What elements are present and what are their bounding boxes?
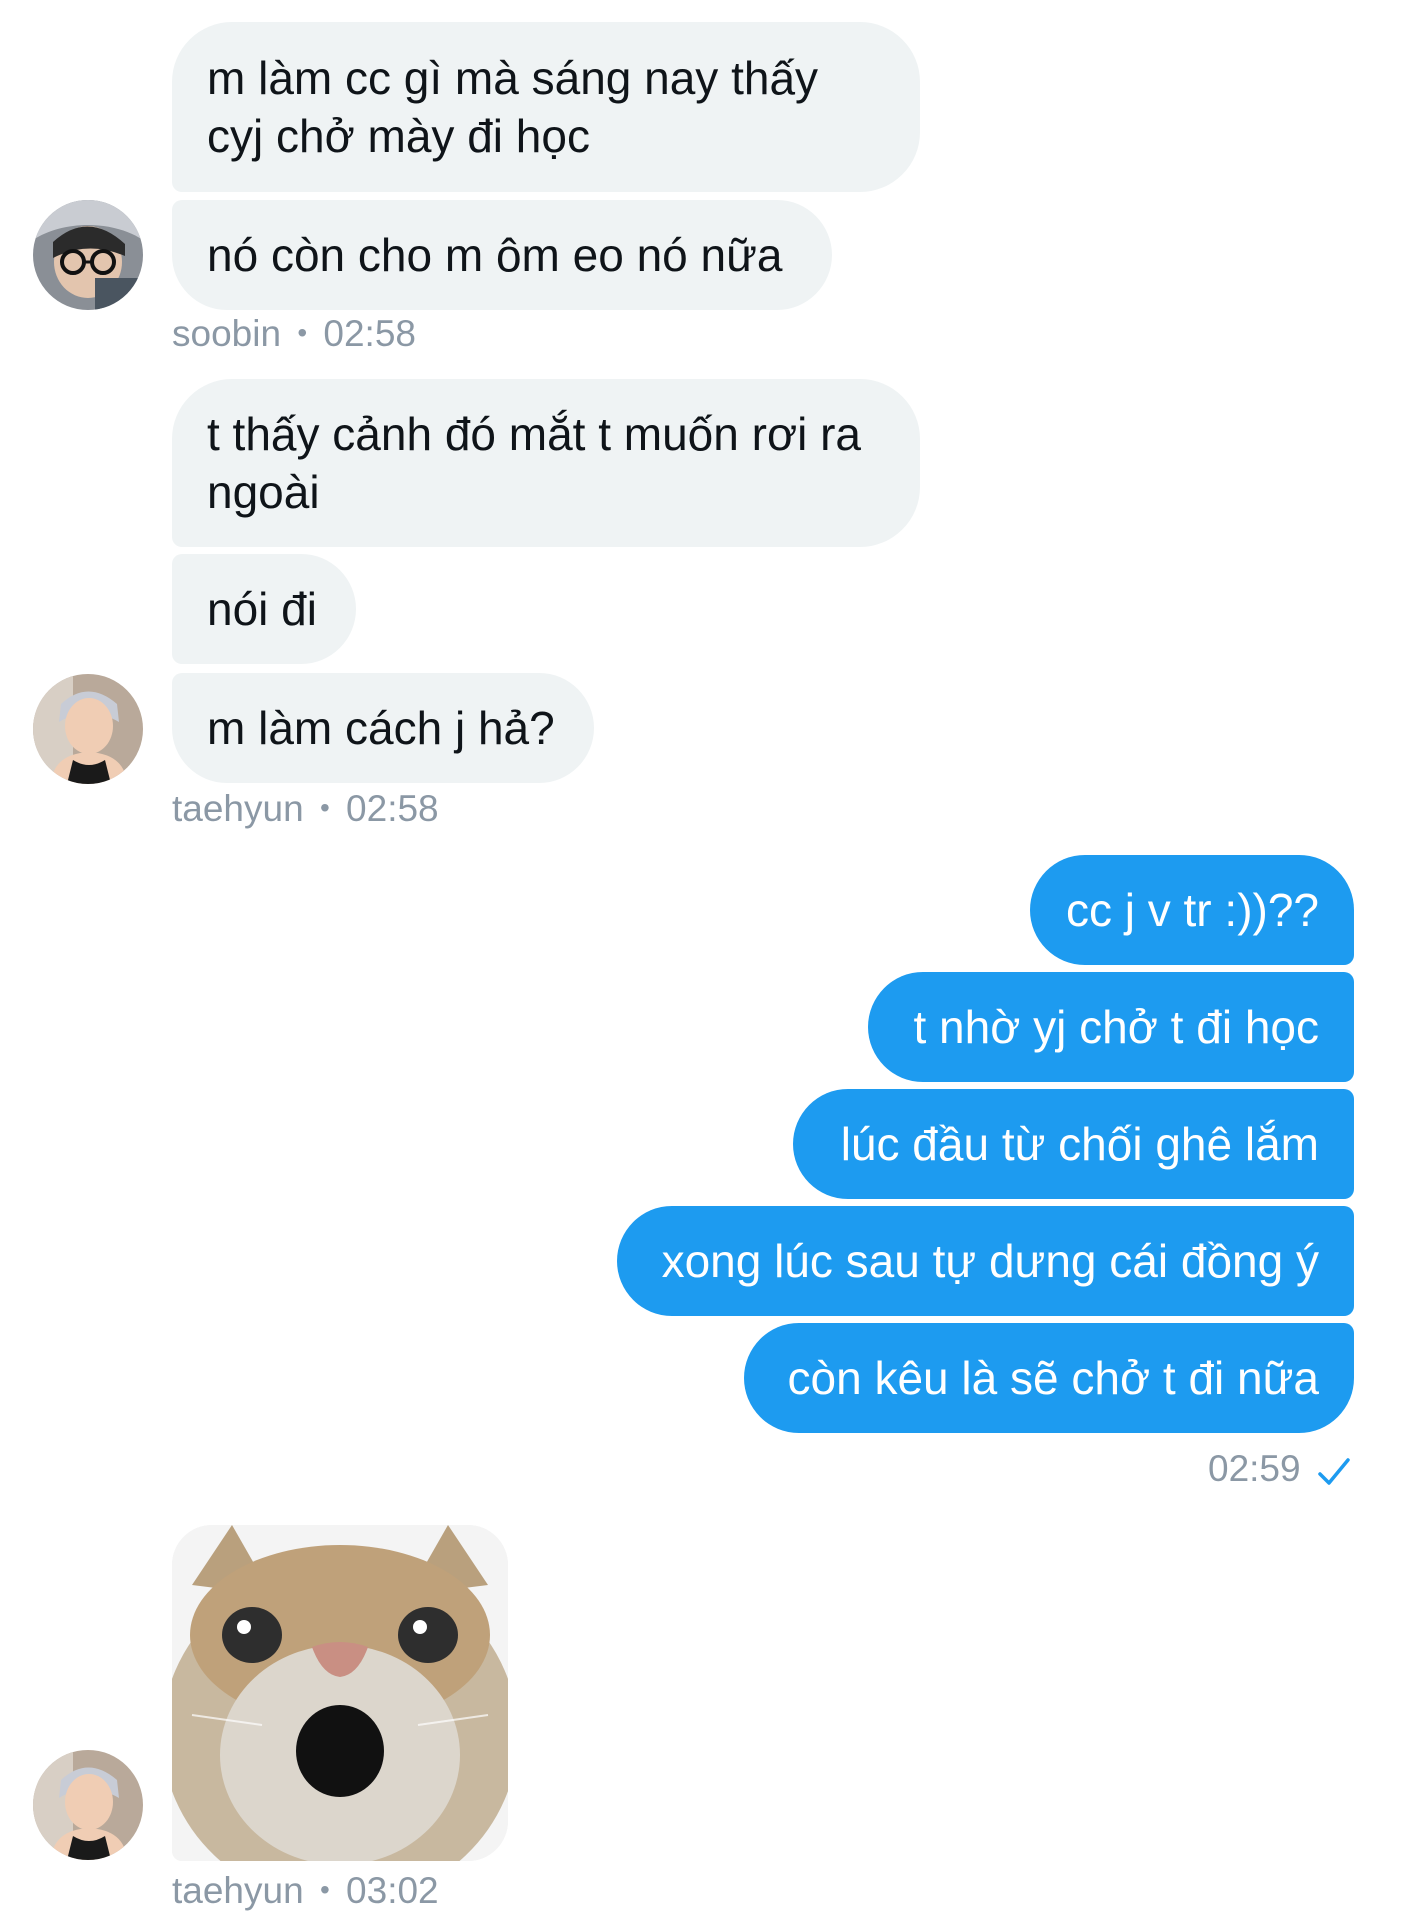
- message-bubble[interactable]: còn kêu là sẽ chở t đi nữa: [744, 1323, 1354, 1433]
- message-meta: taehyun • 03:02: [172, 1870, 439, 1912]
- timestamp: 02:58: [346, 788, 439, 829]
- message-text: lúc đầu từ chối ghê lắm: [840, 1118, 1319, 1170]
- message-bubble[interactable]: m làm cc gì mà sáng nay thấy cyj chở mày…: [172, 22, 920, 192]
- avatar-soobin-image: [33, 200, 143, 310]
- cat-icon: [172, 1525, 508, 1861]
- message-text: m làm cách j hả?: [207, 702, 555, 754]
- message-meta: taehyun • 02:58: [172, 788, 439, 830]
- message-text: m làm cc gì mà sáng nay thấy: [207, 52, 819, 104]
- avatar-taehyun[interactable]: [33, 1750, 143, 1860]
- meta-separator: •: [297, 317, 308, 348]
- avatar-taehyun[interactable]: [33, 674, 143, 784]
- message-bubble[interactable]: xong lúc sau tự dưng cái đồng ý: [617, 1206, 1354, 1316]
- avatar-soobin[interactable]: [33, 200, 143, 310]
- message-bubble[interactable]: t nhờ yj chở t đi học: [868, 972, 1354, 1082]
- message-text: t nhờ yj chở t đi học: [913, 1001, 1319, 1053]
- sender-name: soobin: [172, 313, 282, 354]
- message-bubble[interactable]: m làm cách j hả?: [172, 673, 594, 783]
- timestamp: 03:02: [346, 1870, 439, 1911]
- message-bubble[interactable]: nói đi: [172, 554, 356, 664]
- message-text: nó còn cho m ôm eo nó nữa: [207, 229, 783, 281]
- check-icon: [1316, 1454, 1352, 1490]
- sender-name: taehyun: [172, 1870, 304, 1911]
- message-meta: soobin • 02:58: [172, 313, 416, 355]
- avatar-taehyun-image: [33, 674, 143, 784]
- meta-separator: •: [319, 1874, 330, 1905]
- avatar-taehyun-image: [33, 1750, 143, 1860]
- message-text: còn kêu là sẽ chở t đi nữa: [787, 1352, 1319, 1404]
- message-text: cc j v tr :))??: [1065, 884, 1319, 936]
- cat-meme-image[interactable]: [172, 1525, 508, 1861]
- message-text: nói đi: [207, 583, 317, 635]
- timestamp: 02:58: [323, 313, 416, 354]
- message-text: ngoài: [207, 466, 320, 518]
- timestamp: 02:59: [1208, 1448, 1301, 1489]
- meta-separator: •: [319, 792, 330, 823]
- message-text: t thấy cảnh đó mắt t muốn rơi ra: [207, 408, 862, 460]
- message-bubble[interactable]: t thấy cảnh đó mắt t muốn rơi ra ngoài: [172, 379, 920, 547]
- message-text: cyj chở mày đi học: [207, 110, 590, 162]
- sender-name: taehyun: [172, 788, 304, 829]
- message-bubble[interactable]: cc j v tr :))??: [1030, 855, 1354, 965]
- message-text: xong lúc sau tự dưng cái đồng ý: [661, 1235, 1319, 1287]
- message-bubble[interactable]: lúc đầu từ chối ghê lắm: [793, 1089, 1354, 1199]
- message-bubble[interactable]: nó còn cho m ôm eo nó nữa: [172, 200, 832, 310]
- message-meta: 02:59: [1208, 1448, 1301, 1490]
